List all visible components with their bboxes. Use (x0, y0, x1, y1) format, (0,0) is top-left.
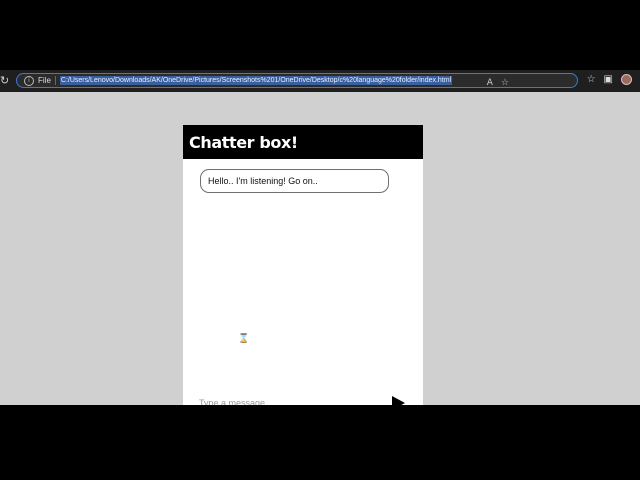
file-label: File (38, 76, 51, 85)
mouse-cursor-icon: ⌛ (238, 334, 250, 344)
read-aloud-icon[interactable]: A (487, 78, 493, 88)
address-bar-icons: A ☆ (487, 78, 509, 88)
send-icon[interactable] (392, 396, 405, 405)
message-bubble: Hello.. I'm listening! Go on.. (200, 169, 389, 193)
chat-header: Chatter box! (183, 125, 423, 159)
info-icon[interactable]: i (24, 75, 34, 86)
chat-title: Chatter box! (189, 132, 298, 152)
profile-avatar[interactable] (621, 74, 632, 85)
url-text[interactable]: C:/Users/Lenovo/Downloads/AK/OneDrive/Pi… (59, 76, 453, 85)
page-background: Chatter box! Hello.. I'm listening! Go o… (0, 92, 640, 405)
address-separator (54, 76, 56, 85)
message-input[interactable] (199, 398, 379, 405)
browser-actions: ☆ ▣ (587, 74, 632, 85)
reload-icon[interactable]: ↻ (0, 75, 12, 87)
chat-window: Chatter box! Hello.. I'm listening! Go o… (183, 125, 423, 405)
favorites-icon[interactable]: ☆ (587, 74, 596, 85)
browser-toolbar: ↻ i File C:/Users/Lenovo/Downloads/AK/On… (0, 70, 640, 92)
collections-icon[interactable]: ▣ (604, 74, 613, 85)
address-bar[interactable]: i File C:/Users/Lenovo/Downloads/AK/OneD… (16, 73, 578, 88)
message-composer (199, 395, 409, 405)
favorite-icon[interactable]: ☆ (501, 78, 509, 88)
